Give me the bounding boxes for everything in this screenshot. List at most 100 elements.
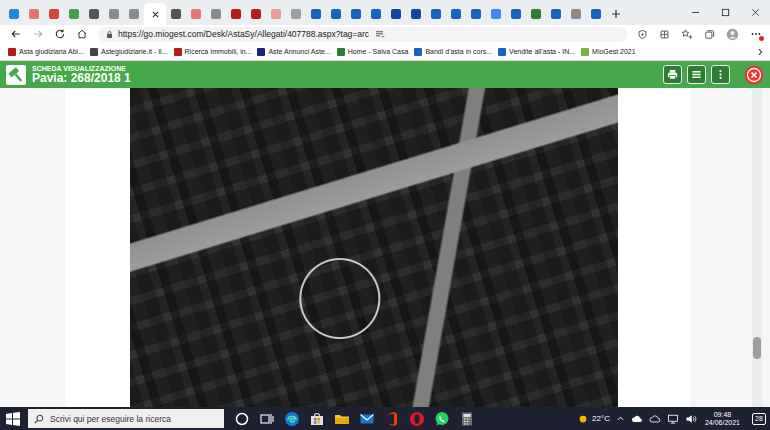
more-bookmarks-chevron-icon[interactable] [756, 48, 764, 56]
bookmark-label[interactable]: Aste Annunci Aste... [268, 48, 330, 55]
back-arrow-icon[interactable] [10, 28, 22, 40]
browser-tab[interactable] [124, 3, 144, 25]
scrollbar-track[interactable] [752, 88, 762, 407]
show-hidden-icons-caret-icon[interactable] [616, 414, 625, 423]
mail-icon[interactable] [359, 411, 375, 427]
bookmark[interactable]: Asta giudiziaria Abi... [8, 48, 84, 56]
browser-tab[interactable] [466, 3, 486, 25]
clock-date[interactable]: 24/06/2021 [705, 419, 740, 426]
close-button[interactable] [740, 0, 770, 25]
close-circle-icon[interactable] [744, 65, 764, 85]
browser-tab[interactable] [526, 3, 546, 25]
volume-icon[interactable] [685, 413, 697, 425]
browser-tab[interactable] [546, 3, 566, 25]
temperature[interactable]: 22°C [592, 414, 610, 423]
weather-widget[interactable]: 22°C [577, 413, 610, 425]
new-tab-button[interactable] [606, 3, 626, 25]
favorites-icon[interactable] [681, 28, 693, 40]
home-icon[interactable] [76, 28, 88, 40]
file-explorer-icon[interactable] [334, 411, 350, 427]
calculator-icon[interactable] [459, 411, 475, 427]
browser-tab[interactable] [144, 3, 166, 25]
browser-tab[interactable] [346, 3, 366, 25]
reader-icon[interactable] [374, 29, 385, 40]
more-options-icon-part [715, 69, 726, 80]
bookmark[interactable]: Astegiudiziarie.it - Il... [90, 48, 168, 56]
bookmark[interactable]: Aste Annunci Aste... [257, 48, 330, 56]
reload-icon[interactable] [54, 28, 66, 40]
clock-time[interactable]: 09:48 [714, 411, 732, 418]
clock[interactable]: 09:4824/06/2021 [703, 411, 742, 426]
onedrive-cloud-icon[interactable] [631, 413, 643, 425]
browser-tab[interactable] [586, 3, 606, 25]
browser-tab[interactable] [266, 3, 286, 25]
browser-tab[interactable] [24, 3, 44, 25]
task-view-icon[interactable] [259, 411, 275, 427]
bookmark-label[interactable]: Home - Salva Casa [348, 48, 409, 55]
bookmark-label[interactable]: Ricerca Immobili, in... [185, 48, 252, 55]
close-icon-part-part [752, 9, 758, 15]
browser-tab[interactable] [44, 3, 64, 25]
browser-tab[interactable] [506, 3, 526, 25]
menu-icon[interactable] [687, 65, 706, 84]
browser-tab[interactable] [566, 3, 586, 25]
browser-tab[interactable] [366, 3, 386, 25]
opera-icon[interactable] [409, 411, 425, 427]
browser-tab[interactable] [306, 3, 326, 25]
profile-icon[interactable] [726, 28, 739, 41]
bookmark-label[interactable]: MioGest 2021 [592, 48, 636, 55]
edge-icon[interactable] [284, 411, 300, 427]
url-text[interactable]: https://go.miogest.com/Desk/AstaSy/Alleg… [118, 29, 369, 39]
browser-tab[interactable] [206, 3, 226, 25]
browser-tab[interactable] [4, 3, 24, 25]
bookmark[interactable]: Home - Salva Casa [337, 48, 409, 56]
search-placeholder[interactable]: Scrivi qui per eseguire la ricerca [50, 414, 171, 424]
browser-tab[interactable] [166, 3, 186, 25]
browser-tab[interactable] [426, 3, 446, 25]
bookmark[interactable]: MioGest 2021 [581, 48, 636, 56]
browser-tab[interactable] [286, 3, 306, 25]
minimize-button[interactable] [680, 0, 710, 25]
browser-tab[interactable] [386, 3, 406, 25]
bookmark[interactable]: Bandi d'asta in cors... [414, 48, 492, 56]
tracking-shield-icon[interactable] [637, 29, 648, 40]
extensions-icon[interactable] [659, 29, 670, 40]
cortana-icon[interactable] [234, 411, 250, 427]
forward-arrow-icon[interactable] [32, 28, 44, 40]
taskbar-search[interactable]: Scrivi qui per eseguire la ricerca [28, 409, 224, 428]
bookmark-label[interactable]: Vendite all'asta - IN... [509, 48, 575, 55]
browser-tab[interactable] [226, 3, 246, 25]
browser-tab[interactable] [326, 3, 346, 25]
browser-tab[interactable] [406, 3, 426, 25]
bookmark[interactable]: Ricerca Immobili, in... [174, 48, 252, 56]
browser-tab[interactable] [246, 3, 266, 25]
browser-tab[interactable] [486, 3, 506, 25]
settings-menu-button[interactable] [750, 28, 762, 40]
bookmark[interactable]: Vendite all'asta - IN... [498, 48, 575, 56]
whatsapp-icon[interactable] [434, 411, 450, 427]
windows-start-icon[interactable] [6, 412, 20, 426]
browser-tab[interactable] [186, 3, 206, 25]
network-icon[interactable] [667, 413, 679, 425]
maximize-button[interactable] [710, 0, 740, 25]
address-field[interactable]: https://go.miogest.com/Desk/AstaSy/Alleg… [98, 27, 627, 42]
scrollbar-thumb[interactable] [753, 337, 761, 359]
close-tab-icon[interactable] [151, 10, 160, 19]
more-options-icon[interactable] [711, 65, 730, 84]
browser-tab[interactable] [104, 3, 124, 25]
bookmark-label[interactable]: Asta giudiziaria Abi... [19, 48, 84, 55]
profile-icon-part-part [729, 36, 736, 38]
store-icon-part [309, 411, 325, 427]
store-icon[interactable] [309, 411, 325, 427]
print-icon[interactable] [663, 65, 682, 84]
bookmark-label[interactable]: Bandi d'asta in cors... [425, 48, 492, 55]
cloud-outline-icon[interactable] [649, 413, 661, 425]
browser-tab[interactable] [446, 3, 466, 25]
collections-icon[interactable] [704, 29, 715, 40]
bookmark-label[interactable]: Astegiudiziarie.it - Il... [101, 48, 168, 55]
browser-tab[interactable] [84, 3, 104, 25]
office-icon[interactable] [384, 411, 400, 427]
browser-tab[interactable] [64, 3, 84, 25]
notification-count[interactable]: 28 [752, 413, 766, 425]
cortana-icon-part-part [237, 413, 248, 424]
